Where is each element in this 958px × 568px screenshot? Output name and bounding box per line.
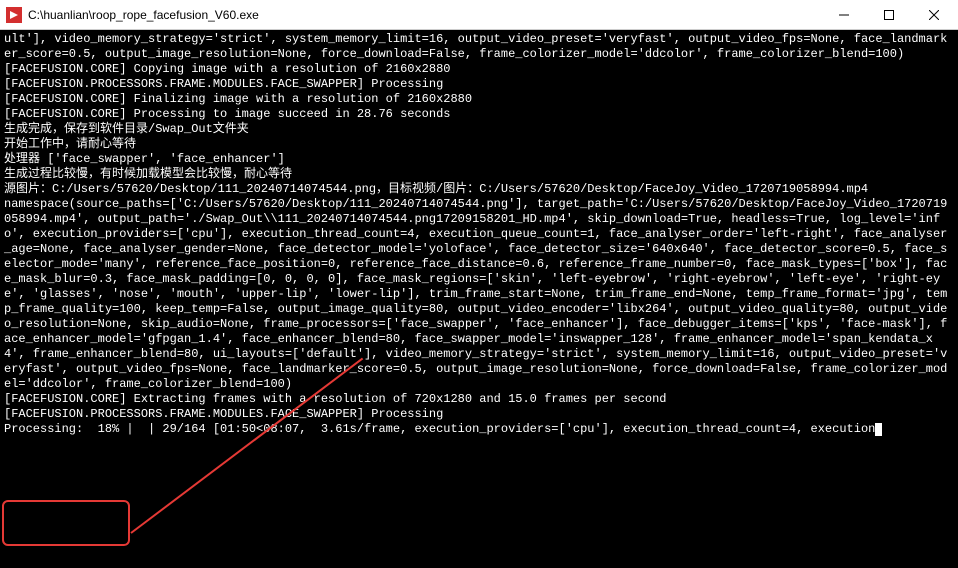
log-line: 源图片：C:/Users/57620/Desktop/111_202407140… <box>4 182 868 196</box>
log-line: Processing: 18% | | 29/164 [01:50<08:07,… <box>4 422 875 436</box>
log-line: [FACEFUSION.CORE] Copying image with a r… <box>4 62 450 76</box>
maximize-button[interactable] <box>866 0 911 30</box>
log-line: [FACEFUSION.PROCESSORS.FRAME.MODULES.FAC… <box>4 77 443 91</box>
app-icon <box>6 7 22 23</box>
terminal-cursor <box>875 423 882 436</box>
terminal-output[interactable]: ult'], video_memory_strategy='strict', s… <box>0 30 958 568</box>
window-titlebar: C:\huanlian\roop_rope_facefusion_V60.exe <box>0 0 958 30</box>
log-line: ult'], video_memory_strategy='strict', s… <box>4 32 947 61</box>
log-line: namespace(source_paths=['C:/Users/57620/… <box>4 197 947 391</box>
close-button[interactable] <box>911 0 956 30</box>
log-line: 开始工作中，请耐心等待 <box>4 137 136 151</box>
minimize-button[interactable] <box>821 0 866 30</box>
log-line: 生成过程比较慢，有时候加载模型会比较慢，耐心等待 <box>4 167 292 181</box>
log-line: 生成完成，保存到软件目录/Swap_Out文件夹 <box>4 122 249 136</box>
log-line: [FACEFUSION.CORE] Processing to image su… <box>4 107 450 121</box>
log-line: 处理器 ['face_swapper', 'face_enhancer'] <box>4 152 285 166</box>
annotation-highlight-box <box>2 500 130 546</box>
window-title: C:\huanlian\roop_rope_facefusion_V60.exe <box>28 8 821 22</box>
log-line: [FACEFUSION.CORE] Extracting frames with… <box>4 392 667 406</box>
window-controls <box>821 0 956 29</box>
log-line: [FACEFUSION.PROCESSORS.FRAME.MODULES.FAC… <box>4 407 443 421</box>
log-line: [FACEFUSION.CORE] Finalizing image with … <box>4 92 472 106</box>
